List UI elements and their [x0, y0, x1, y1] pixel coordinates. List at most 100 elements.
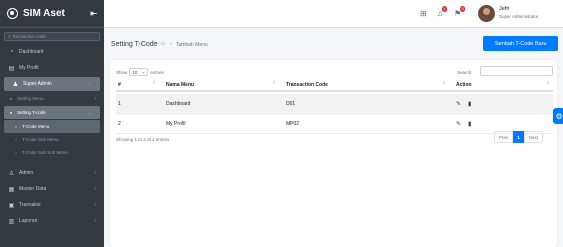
sidebar-search-placeholder: transaction code — [12, 34, 46, 39]
search-icon: ⌕ — [8, 33, 11, 40]
circle-icon: ● — [9, 110, 13, 115]
circle-icon: ○ — [14, 124, 18, 129]
report-icon: ▥ — [8, 218, 15, 225]
user-admin-icon: ♟ — [12, 81, 19, 88]
sidebar-item-label: Setting Menu — [17, 96, 44, 101]
logo-icon — [7, 8, 18, 19]
sidebar-item-master-data[interactable]: ▦ Master Data ‹ — [0, 181, 104, 197]
column-header-no[interactable]: # — [118, 82, 121, 88]
pagination-page-1[interactable]: 1 — [513, 131, 524, 143]
pagination: Prev 1 Next — [494, 131, 544, 143]
page-title: Setting T-Code — [111, 41, 158, 48]
content-header: Setting T-Code | ⌂ › Tambah Menu Tambah … — [104, 28, 563, 60]
sidebar-item-label: Setting T-code — [17, 110, 46, 115]
table-info: Showing 1 to 2 of 2 entries — [116, 137, 170, 142]
row-menu-name: Dashboard — [166, 100, 191, 107]
row-actions: ✎ ▮ — [456, 120, 478, 127]
chevron-down-icon: ⌄ — [87, 81, 92, 87]
alert-icon[interactable]: ⚑ 0 — [454, 6, 466, 18]
row-actions: ✎ ▮ — [456, 100, 478, 107]
row-transaction-code: MP02 — [286, 120, 300, 127]
sort-icon: ⇅ — [546, 80, 550, 85]
notification-badge: 1 — [441, 6, 447, 12]
sidebar-menu: ◔ Dashboard ▤ My Profil ♟ Super Admin ⌄ … — [0, 44, 104, 229]
database-icon: ▦ — [8, 186, 15, 193]
sidebar-item-tcode-sub-menu[interactable]: ○ T-Code Sub Menu — [0, 133, 104, 146]
column-header-action[interactable]: Action — [456, 82, 472, 88]
delete-icon[interactable]: ▮ — [468, 101, 471, 107]
app-title: SIM Aset — [23, 8, 65, 19]
add-tcode-button[interactable]: Tambah T-Code Baru — [483, 36, 558, 51]
breadcrumb-item[interactable]: Tambah Menu — [176, 42, 208, 48]
sidebar-item-label: T-Code Sub Sub Menu — [22, 150, 68, 155]
avatar[interactable] — [478, 5, 495, 22]
length-control: Show 10 ⌄ entries — [116, 68, 164, 76]
transaction-icon: ▣ — [8, 202, 15, 209]
table-header: # ⇅ Nama Menu ⇅ Transaction Code ⇅ Actio… — [116, 80, 553, 92]
sort-icon: ⇅ — [272, 80, 276, 85]
chevron-left-icon: ‹ — [94, 202, 96, 208]
sidebar-item-my-profil[interactable]: ▤ My Profil — [0, 60, 104, 76]
chevron-left-icon: ‹ — [94, 186, 96, 192]
entries-label: entries — [150, 69, 164, 75]
sidebar-collapse-icon[interactable]: ⇤ — [90, 9, 97, 18]
brand[interactable]: SIM Aset ⇤ — [0, 0, 104, 28]
chevron-left-icon: ‹ — [94, 95, 96, 102]
entries-length-value: 10 — [132, 69, 138, 75]
sidebar-item-label: Master Data — [19, 186, 47, 192]
table-row: 2 My Profil MP02 ✎ ▮ — [116, 114, 553, 134]
tcode-card: Show 10 ⌄ entries Search: # ⇅ Nama Menu … — [110, 60, 557, 247]
profile-icon: ▤ — [8, 65, 15, 72]
sort-icon: ⇅ — [442, 80, 446, 85]
circle-icon: ● — [9, 96, 13, 101]
dashboard-icon: ◔ — [9, 49, 14, 55]
user-role: Super Administrator — [499, 14, 539, 19]
row-menu-name: My Profil — [166, 120, 186, 127]
chevron-down-icon: ⌄ — [141, 69, 146, 74]
row-number: 2 — [118, 120, 121, 127]
home-icon[interactable]: ⌂ — [161, 41, 165, 47]
chevron-left-icon: ‹ — [94, 170, 96, 176]
bell-icon[interactable]: ♫ 1 — [437, 6, 447, 18]
circle-icon: ○ — [14, 137, 18, 142]
sidebar-item-setting-tcode[interactable]: ● Setting T-code ⌄ — [4, 106, 100, 119]
sidebar-item-label: T-Code Sub Menu — [22, 137, 59, 142]
user-icon: ♙ — [8, 170, 15, 177]
column-header-nama-menu[interactable]: Nama Menu — [166, 82, 194, 88]
sidebar-item-tcode-sub-sub-menu[interactable]: ○ T-Code Sub Sub Menu — [0, 146, 104, 159]
sidebar-search-input[interactable]: ⌕ transaction code — [4, 32, 100, 41]
show-label: Show — [116, 69, 128, 75]
user-name[interactable]: Jefri — [499, 6, 509, 12]
sidebar-item-transaksi[interactable]: ▣ Transaksi ‹ — [0, 197, 104, 213]
sidebar-item-laporan[interactable]: ▥ Laporan ‹ — [0, 213, 104, 229]
sidebar-item-label: Admin — [19, 170, 34, 176]
topbar: ⊞ ♫ 1 ⚑ 0 Jefri Super Administrator — [104, 0, 563, 28]
sidebar-item-admin[interactable]: ♙ Admin ‹ — [0, 165, 104, 181]
table-row: 1 Dashboard D01 ✎ ▮ — [116, 94, 553, 114]
alert-badge: 0 — [459, 6, 466, 12]
sidebar-item-setting-menu[interactable]: ● Setting Menu ‹ — [0, 92, 104, 105]
sidebar-item-label: Transaksi — [19, 202, 41, 208]
grid-icon[interactable]: ⊞ — [420, 9, 427, 18]
edit-icon[interactable]: ✎ — [456, 101, 461, 107]
table-search-input[interactable] — [480, 66, 553, 76]
sidebar-item-label: Laporan — [19, 218, 38, 224]
sidebar-item-dashboard[interactable]: ◔ Dashboard — [0, 44, 104, 60]
edit-icon[interactable]: ✎ — [456, 121, 461, 127]
pagination-prev[interactable]: Prev — [494, 131, 514, 143]
column-header-transaction-code[interactable]: Transaction Code — [286, 82, 328, 88]
entries-length-select[interactable]: 10 ⌄ — [129, 68, 149, 76]
sidebar-item-tcode-menu[interactable]: ○ T-Code Menu — [4, 120, 100, 133]
chevron-left-icon: ‹ — [94, 218, 96, 224]
sidebar-item-label: T-Code Menu — [22, 124, 50, 129]
breadcrumb-divider: | — [153, 41, 155, 48]
sidebar-item-super-admin[interactable]: ♟ Super Admin ⌄ — [4, 77, 100, 91]
sidebar-item-label: Dashboard — [19, 49, 44, 55]
table-search-label: Search: — [457, 70, 473, 75]
pagination-next[interactable]: Next — [523, 131, 544, 143]
gear-icon[interactable]: ⚙ — [553, 108, 563, 124]
delete-icon[interactable]: ▮ — [468, 121, 471, 127]
chevron-down-icon: ⌄ — [87, 109, 92, 116]
sidebar-item-label: My Profil — [19, 65, 39, 71]
row-transaction-code: D01 — [286, 100, 296, 107]
